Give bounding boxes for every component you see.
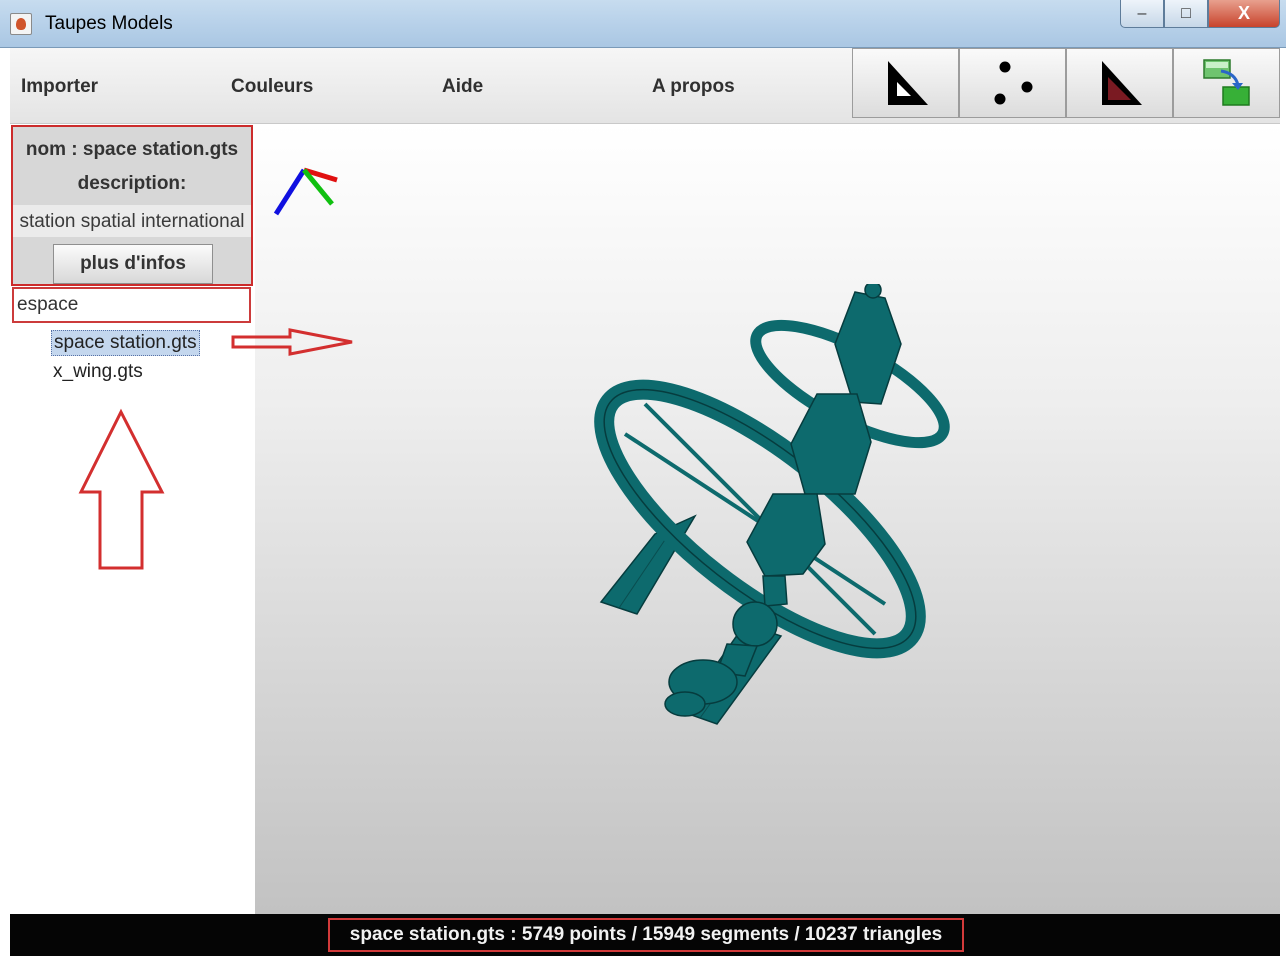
close-button[interactable]: X (1208, 0, 1280, 28)
3d-viewport[interactable] (255, 124, 1280, 914)
model-info-box: nom : space station.gts description: sta… (11, 125, 253, 286)
wireframe-button[interactable] (852, 48, 959, 118)
model-stats: space station.gts : 5749 points / 15949 … (328, 918, 964, 952)
java-app-icon (10, 13, 32, 35)
menu-couleurs[interactable]: Couleurs (231, 76, 313, 98)
more-info-button[interactable]: plus d'infos (53, 244, 213, 284)
triangle-filled-icon (1101, 61, 1142, 105)
file-item-x-wing[interactable]: x_wing.gts (51, 360, 145, 384)
left-panel: nom : space station.gts description: sta… (10, 124, 255, 914)
description-label: description: (77, 173, 187, 194)
minimize-button[interactable]: – (1120, 0, 1164, 28)
triangle-outline-icon (887, 61, 928, 105)
render-mode-toolbar (852, 48, 1280, 118)
solid-button[interactable] (1066, 48, 1173, 118)
search-input[interactable] (12, 287, 251, 323)
status-bar: space station.gts : 5749 points / 15949 … (10, 914, 1280, 956)
menu-importer[interactable]: Importer (21, 76, 98, 98)
points-button[interactable] (959, 48, 1066, 118)
model-name: nom : space station.gts (25, 139, 239, 160)
menu-aide[interactable]: Aide (442, 76, 483, 98)
points-icon (994, 61, 1032, 105)
model-description: station spatial international (19, 211, 245, 232)
export-button[interactable] (1173, 48, 1280, 118)
window-title: Taupes Models (45, 13, 173, 34)
file-item-space-station[interactable]: space station.gts (51, 330, 200, 356)
space-station-model (594, 284, 950, 725)
window-controls: – □ X (1120, 0, 1280, 30)
title-bar: Taupes Models – □ X (0, 0, 1286, 48)
menu-a-propos[interactable]: A propos (652, 76, 735, 98)
axes-gizmo-icon (273, 167, 338, 216)
menu-bar: Importer Couleurs Aide A propos (10, 48, 1280, 124)
export-icon (1202, 59, 1250, 106)
maximize-button[interactable]: □ (1164, 0, 1208, 28)
